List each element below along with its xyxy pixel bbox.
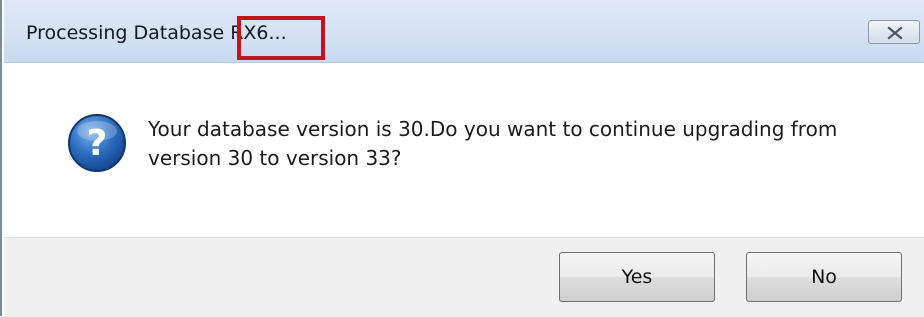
svg-text:?: ?: [87, 123, 108, 164]
close-button[interactable]: [868, 20, 920, 44]
title-bar[interactable]: Processing Database RX6...: [4, 0, 924, 63]
yes-button[interactable]: Yes: [559, 252, 715, 302]
dialog-content: ? Your database version is 30.Do you wan…: [4, 63, 924, 237]
close-icon: [887, 26, 903, 40]
no-button[interactable]: No: [746, 252, 902, 302]
title-highlight-box: [237, 16, 325, 60]
button-bar: Yes No: [4, 237, 924, 317]
dialog-message: Your database version is 30.Do you want …: [148, 117, 838, 170]
question-icon: ?: [68, 114, 126, 172]
message-dialog: Processing Database RX6... ? Your databa…: [0, 0, 924, 317]
